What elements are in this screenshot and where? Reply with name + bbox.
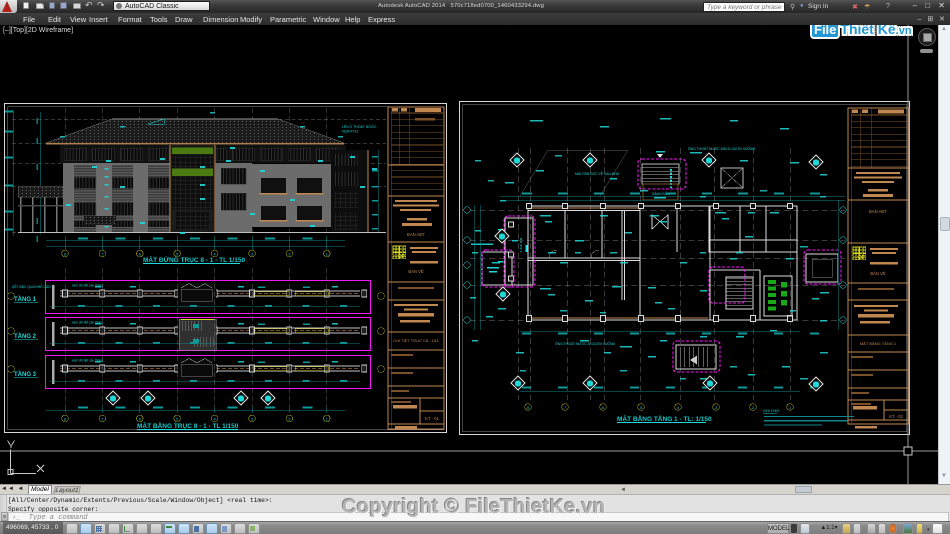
svg-text:xem chi tiết cầu thang: xem chi tiết cầu thang: [72, 284, 103, 288]
svg-text:ĐF: ĐF: [398, 254, 406, 260]
svg-text:7: 7: [101, 253, 103, 257]
svg-text:8: 8: [527, 406, 529, 410]
svg-text:BAN AĐT: BAN AĐT: [407, 232, 425, 237]
svg-text:3: 3: [251, 253, 253, 257]
svg-text:6: 6: [139, 418, 141, 422]
svg-text:MẶT BẰNG TẦNG 1 - TL: 1/150: MẶT BẰNG TẦNG 1 - TL: 1/150: [617, 413, 712, 423]
svg-text:TẦNG 2: TẦNG 2: [14, 333, 37, 340]
svg-text:1: 1: [789, 406, 791, 410]
svg-text:6: 6: [139, 253, 141, 257]
svg-text:4: 4: [677, 406, 679, 410]
svg-text:5: 5: [176, 418, 178, 422]
svg-text:ÔNG THOÁT NƯỚC MÁI D=110 ĐI XU: ÔNG THOÁT NƯỚC MÁI D=110 ĐI XUỒNG: [688, 146, 755, 151]
svg-text:5: 5: [176, 253, 178, 257]
svg-text:BẢN VẼ: BẢN VẼ: [870, 271, 886, 276]
svg-text:KT - 02: KT - 02: [889, 414, 903, 419]
svg-text:CHI TIẾT TRỤC C8 - 1&1: CHI TIẾT TRỤC C8 - 1&1: [393, 338, 439, 343]
svg-text:ĐF: ĐF: [858, 255, 866, 261]
svg-text:GHI CHÚ: GHI CHÚ: [763, 408, 779, 413]
svg-text:4: 4: [214, 418, 216, 422]
svg-text:MẶT BẰNG TẦNG 1: MẶT BẰNG TẦNG 1: [860, 341, 897, 346]
svg-text:BAN AĐT: BAN AĐT: [869, 209, 887, 214]
svg-text:1: 1: [326, 418, 328, 422]
svg-text:MẶT BẰNG TRỤC 8 - 1 - TL 1/150: MẶT BẰNG TRỤC 8 - 1 - TL 1/150: [137, 421, 239, 430]
svg-text:XEM KT11: XEM KT11: [342, 130, 358, 134]
svg-text:2: 2: [752, 406, 754, 410]
svg-text:ÔNG THOÁT NƯỚC D=110 ĐI XUỒNG: ÔNG THOÁT NƯỚC D=110 ĐI XUỒNG: [555, 341, 616, 346]
svg-text:8: 8: [64, 418, 66, 422]
svg-text:6: 6: [602, 406, 604, 410]
svg-text:KT - 01: KT - 01: [425, 416, 439, 421]
svg-text:TẦNG 1: TẦNG 1: [14, 296, 37, 303]
svg-text:xem chi tiết cầu thang: xem chi tiết cầu thang: [72, 321, 103, 325]
svg-text:8: 8: [64, 253, 66, 257]
svg-text:4: 4: [214, 253, 216, 257]
svg-text:TẦNG 3: TẦNG 3: [14, 371, 37, 378]
svg-text:2: 2: [288, 418, 290, 422]
svg-text:3: 3: [251, 418, 253, 422]
svg-text:BẢN VẼ: BẢN VẼ: [408, 269, 424, 274]
svg-text:MÁI TÔN DỐC VỀ SAU NHÀ: MÁI TÔN DỐC VỀ SAU NHÀ: [575, 171, 620, 176]
svg-text:7: 7: [101, 418, 103, 422]
svg-text:5: 5: [640, 406, 642, 410]
svg-text:3: 3: [715, 406, 717, 410]
svg-text:MẶT ĐỨNG TRỤC 8 - 1 - TL 1/150: MẶT ĐỨNG TRỤC 8 - 1 - TL 1/150: [143, 255, 245, 264]
svg-text:xem chi tiết cầu thang: xem chi tiết cầu thang: [72, 359, 103, 363]
svg-text:1: 1: [326, 253, 328, 257]
svg-text:LÊN Ở THOÁT NƠỚC: LÊN Ở THOÁT NƠỚC: [342, 124, 377, 129]
svg-text:7: 7: [564, 406, 566, 410]
svg-text:2: 2: [288, 253, 290, 257]
